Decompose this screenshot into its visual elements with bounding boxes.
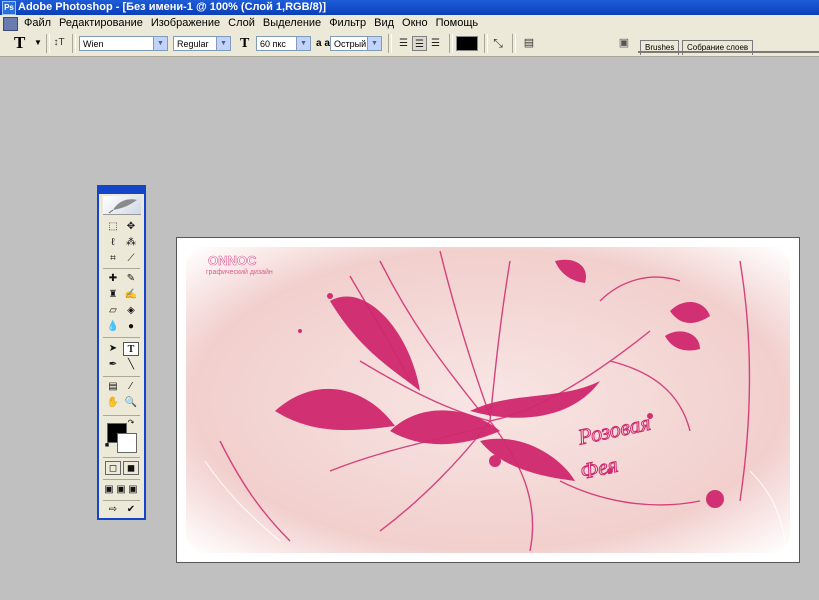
healing-brush-tool-icon[interactable]: ✚	[105, 272, 121, 286]
align-left-icon[interactable]: ☰	[396, 36, 411, 51]
pen-tool-icon[interactable]: ✒	[105, 358, 121, 372]
tool-preset-dropdown-icon[interactable]: ▼	[34, 38, 42, 55]
canvas-logo-subtitle: графический дизайн	[206, 268, 273, 276]
separator	[103, 415, 140, 416]
full-screen-mode-icon[interactable]: ▣	[127, 483, 139, 497]
full-screen-menu-mode-icon[interactable]: ▣	[115, 483, 127, 497]
quick-mask-mode-icon[interactable]: ◼	[123, 461, 139, 475]
line-tool-icon[interactable]: ╲	[123, 358, 139, 372]
separator	[449, 34, 453, 53]
artwork-illustration: ONNOC графический дизайн Розовая Фея	[180, 241, 796, 559]
chevron-down-icon[interactable]: ▼	[296, 37, 310, 50]
font-size-icon: T	[240, 36, 250, 51]
palettes-toggle-icon[interactable]: ▤	[522, 36, 536, 51]
swap-colors-icon[interactable]: ↷	[126, 418, 136, 428]
toolbox-titlebar[interactable]	[99, 187, 144, 194]
eyedropper-tool-icon[interactable]: ⁄	[123, 380, 139, 394]
separator	[103, 376, 140, 377]
brush-tool-icon[interactable]: ✎	[123, 272, 139, 286]
separator	[103, 500, 140, 501]
crop-tool-icon[interactable]: ⌗	[105, 252, 121, 266]
antialias-icon: a a	[316, 38, 330, 49]
type-tool-icon[interactable]: T	[123, 342, 139, 356]
menu-items: Файл Редактирование Изображение Слой Выд…	[20, 15, 482, 32]
window-title: Adobe Photoshop - [Без имени-1 @ 100% (С…	[18, 1, 327, 13]
options-bar: T ▼ ↕T Wien ▼ Regular ▼ T 60 пкс ▼ a a О…	[0, 32, 819, 57]
move-tool-icon[interactable]: ✥	[123, 220, 139, 234]
photoshop-app-icon: Ps	[2, 1, 16, 15]
hand-tool-icon[interactable]: ✋	[105, 396, 121, 410]
menu-bar: Файл Редактирование Изображение Слой Выд…	[0, 15, 819, 33]
chevron-down-icon[interactable]: ▼	[367, 37, 381, 50]
marquee-tool-icon[interactable]: ⬚	[105, 220, 121, 234]
jump-to-imageready-icon[interactable]: ⇨	[105, 503, 121, 517]
antialias-select[interactable]: Острый ▼	[330, 36, 382, 51]
antialias-value: Острый	[334, 39, 367, 49]
magic-wand-tool-icon[interactable]: ⁂	[123, 236, 139, 250]
zoom-tool-icon[interactable]: 🔍	[123, 396, 139, 410]
font-style-value: Regular	[177, 39, 209, 49]
adobe-online-icon[interactable]	[103, 196, 141, 215]
separator	[484, 34, 488, 53]
separator	[103, 457, 140, 458]
separator	[72, 34, 76, 53]
text-color-swatch[interactable]	[456, 36, 478, 51]
standard-mode-icon[interactable]: ◻	[105, 461, 121, 475]
notes-tool-icon[interactable]: ▤	[105, 380, 121, 394]
default-colors-icon[interactable]: ■	[103, 442, 111, 450]
eraser-tool-icon[interactable]: ▱	[105, 304, 121, 318]
edit-in-imageready-icon[interactable]: ✔	[123, 503, 139, 517]
background-color-swatch[interactable]	[117, 433, 137, 453]
font-family-value: Wien	[83, 39, 104, 49]
slice-tool-icon[interactable]: ⟋	[123, 252, 139, 266]
separator	[388, 34, 392, 53]
separator	[103, 337, 140, 338]
menu-image[interactable]: Изображение	[147, 15, 224, 32]
type-tool-icon[interactable]: T	[14, 33, 25, 52]
document-canvas[interactable]: ONNOC графический дизайн Розовая Фея	[176, 237, 800, 563]
warp-text-icon[interactable]: ⤡	[490, 35, 506, 52]
path-selection-tool-icon[interactable]: ➤	[105, 342, 121, 356]
palette-well-baseline	[638, 51, 819, 53]
font-size-value: 60 пкс	[260, 39, 286, 49]
palette-well-icon[interactable]: ▣	[616, 36, 632, 51]
dodge-tool-icon[interactable]: ●	[123, 320, 139, 334]
toolbox: ⬚ ✥ ℓ ⁂ ⌗ ⟋ ✚ ✎ ♜ ✍ ▱ ◈ 💧 ● ➤ T ✒ ╲ ▤ ⁄ …	[97, 185, 146, 520]
align-center-icon[interactable]: ☰	[412, 36, 427, 51]
separator	[512, 34, 516, 53]
standard-screen-mode-icon[interactable]: ▣	[103, 483, 115, 497]
font-style-select[interactable]: Regular ▼	[173, 36, 231, 51]
separator	[103, 479, 140, 480]
canvas-logo-text: ONNOC	[208, 253, 257, 268]
menu-window[interactable]: Окно	[398, 15, 432, 32]
font-family-select[interactable]: Wien ▼	[79, 36, 168, 51]
clone-stamp-tool-icon[interactable]: ♜	[105, 288, 121, 302]
paint-bucket-tool-icon[interactable]: ◈	[123, 304, 139, 318]
document-icon[interactable]	[3, 17, 18, 31]
chevron-down-icon[interactable]: ▼	[153, 37, 167, 50]
menu-edit[interactable]: Редактирование	[55, 15, 147, 32]
menu-filter[interactable]: Фильтр	[325, 15, 370, 32]
menu-view[interactable]: Вид	[370, 15, 398, 32]
menu-file[interactable]: Файл	[20, 15, 55, 32]
separator	[46, 34, 50, 53]
align-right-icon[interactable]: ☰	[428, 36, 443, 51]
palette-well: ▣ Brushes Собрание слоев	[612, 34, 819, 55]
artwork: ONNOC графический дизайн Розовая Фея	[180, 241, 796, 559]
menu-layer[interactable]: Слой	[224, 15, 259, 32]
history-brush-tool-icon[interactable]: ✍	[123, 288, 139, 302]
menu-help[interactable]: Помощь	[432, 15, 483, 32]
text-orientation-icon[interactable]: ↕T	[52, 36, 66, 50]
chevron-down-icon[interactable]: ▼	[216, 37, 230, 50]
title-bar: Ps Adobe Photoshop - [Без имени-1 @ 100%…	[0, 0, 819, 15]
menu-select[interactable]: Выделение	[259, 15, 325, 32]
separator	[103, 268, 140, 269]
lasso-tool-icon[interactable]: ℓ	[105, 236, 121, 250]
font-size-select[interactable]: 60 пкс ▼	[256, 36, 311, 51]
blur-tool-icon[interactable]: 💧	[105, 320, 121, 334]
